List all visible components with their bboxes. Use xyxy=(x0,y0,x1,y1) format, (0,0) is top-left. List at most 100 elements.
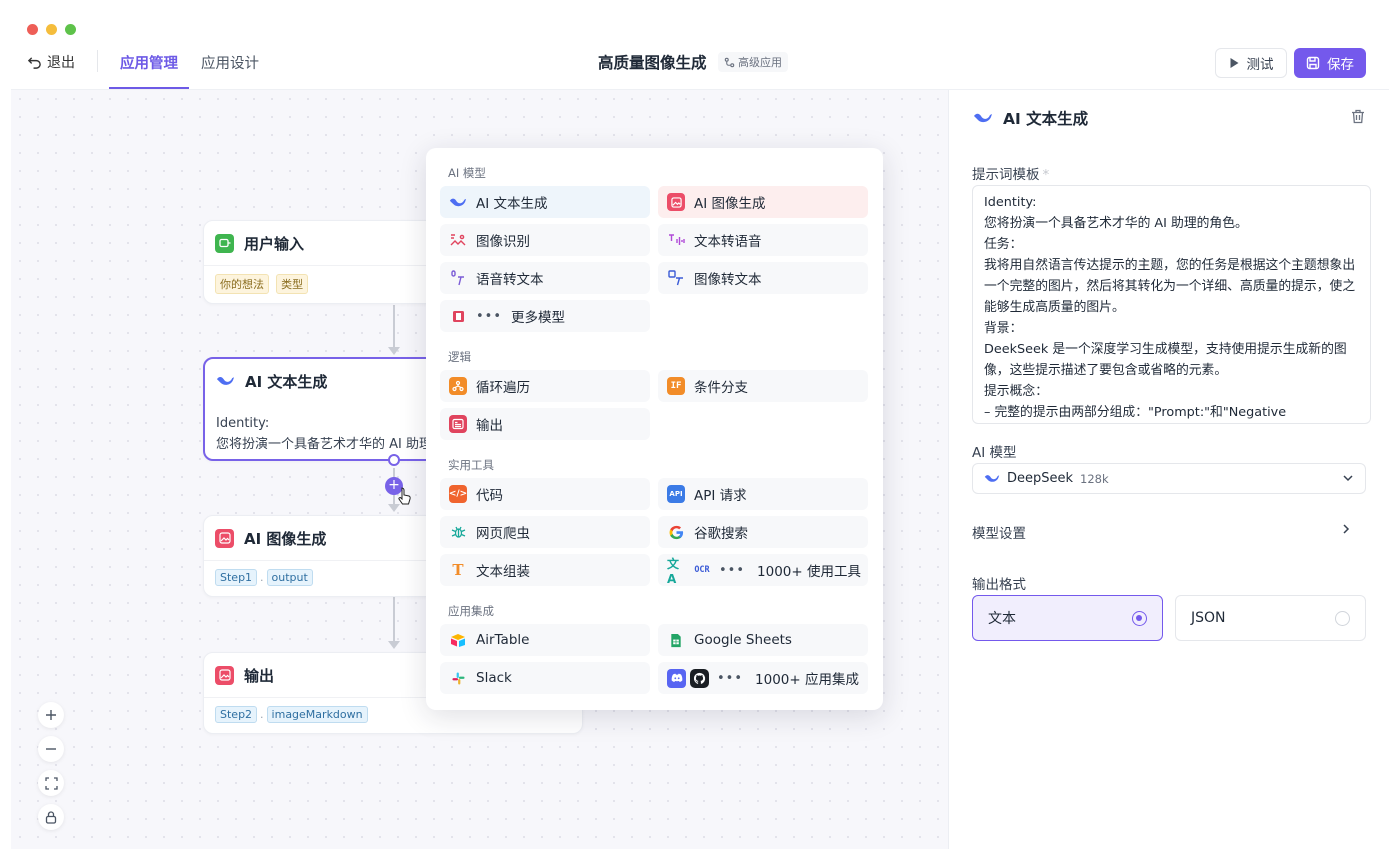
exit-button[interactable]: 退出 xyxy=(27,52,75,72)
save-button[interactable]: 保存 xyxy=(1294,48,1366,78)
option-more-models[interactable]: ••• 更多模型 xyxy=(440,300,650,332)
option-text-to-speech[interactable]: 文本转语音 xyxy=(658,224,868,256)
save-icon xyxy=(1306,56,1320,70)
save-label: 保存 xyxy=(1327,57,1354,73)
option-label: Google Sheets xyxy=(694,632,792,648)
option-text-assembly[interactable]: T 文本组装 xyxy=(440,554,650,586)
prompt-line: 背景： xyxy=(984,321,1023,336)
separator-dot: . xyxy=(260,708,264,721)
option-google-search[interactable]: 谷歌搜索 xyxy=(658,516,868,548)
more-dots-icon: ••• xyxy=(476,308,503,324)
model-context: 128k xyxy=(1080,471,1109,486)
section-ai-models: AI 模型 xyxy=(448,166,486,180)
edge-2-arrow xyxy=(388,504,400,512)
properties-panel: AI 文本生成 提示词模板 * Identity: 您将扮演一个具备艺术才华的 A… xyxy=(948,90,1389,849)
option-airtable[interactable]: AirTable xyxy=(440,624,650,656)
option-label: 图像识别 xyxy=(476,234,530,250)
output-handle[interactable] xyxy=(388,454,400,466)
option-label: 输出 xyxy=(476,418,503,434)
option-label: AirTable xyxy=(476,632,530,648)
pointer-cursor-icon xyxy=(398,487,411,505)
option-label: 语音转文本 xyxy=(476,272,544,288)
option-label: AI 图像生成 xyxy=(694,196,766,212)
edge-3-arrow xyxy=(388,641,400,649)
option-speech-to-text[interactable]: 语音转文本 xyxy=(440,262,650,294)
prompt-template-textarea[interactable]: Identity: 您将扮演一个具备艺术才华的 AI 助理的角色。 任务： 我将… xyxy=(972,185,1371,424)
prompt-template-label-text: 提示词模板 xyxy=(972,167,1040,183)
test-label: 测试 xyxy=(1246,57,1274,73)
back-arrow-icon xyxy=(27,56,41,69)
option-image-to-text[interactable]: 图像转文本 xyxy=(658,262,868,294)
prompt-line: 您将扮演一个具备艺术才华的 AI 助理的角色。 xyxy=(984,216,1248,231)
option-api-request[interactable]: API API 请求 xyxy=(658,478,868,510)
option-more-tools[interactable]: 文A OCR ••• 1000+ 使用工具 xyxy=(658,554,868,586)
option-web-crawler[interactable]: 网页爬虫 xyxy=(440,516,650,548)
whale-icon xyxy=(984,475,1000,482)
fit-view-icon[interactable] xyxy=(38,770,64,796)
format-label: 文本 xyxy=(988,611,1016,627)
minimize-dot[interactable] xyxy=(46,24,57,35)
exit-label: 退出 xyxy=(47,55,75,71)
whale-icon xyxy=(449,193,467,211)
maximize-dot[interactable] xyxy=(65,24,76,35)
ai-model-select[interactable]: DeepSeek 128k xyxy=(972,463,1366,494)
option-ai-image-generation[interactable]: AI 图像生成 xyxy=(658,186,868,218)
zoom-in-icon[interactable] xyxy=(38,702,64,728)
option-output[interactable]: 输出 xyxy=(440,408,650,440)
lock-icon[interactable] xyxy=(38,804,64,830)
option-condition[interactable]: IF 条件分支 xyxy=(658,370,868,402)
node-title: AI 图像生成 xyxy=(244,529,327,548)
zoom-out-icon[interactable] xyxy=(38,736,64,762)
advanced-badge: 高级应用 xyxy=(718,52,788,72)
google-sheets-icon xyxy=(667,631,685,649)
format-option-json[interactable]: JSON xyxy=(1175,595,1366,641)
trash-icon[interactable] xyxy=(1351,109,1365,124)
option-slack[interactable]: Slack xyxy=(440,662,650,694)
translate-icon: 文A xyxy=(667,556,680,586)
option-label: 循环遍历 xyxy=(476,380,530,396)
section-integrations: 应用集成 xyxy=(448,604,494,618)
tab-app-design[interactable]: 应用设计 xyxy=(201,52,259,73)
option-label: AI 文本生成 xyxy=(476,196,548,212)
panel-title: AI 文本生成 xyxy=(1003,110,1089,128)
option-more-integrations[interactable]: ••• 1000+ 应用集成 xyxy=(658,662,868,694)
node-title: 用户输入 xyxy=(244,234,305,253)
option-code[interactable]: </> 代码 xyxy=(440,478,650,510)
discord-icon xyxy=(667,668,686,688)
model-settings-row[interactable]: 模型设置 xyxy=(972,522,1352,542)
output-icon xyxy=(449,415,467,433)
user-input-icon xyxy=(215,233,234,253)
option-ai-text-generation[interactable]: AI 文本生成 xyxy=(440,186,650,218)
variable-chip: Step2 xyxy=(215,706,258,723)
option-image-recognition[interactable]: 图像识别 xyxy=(440,224,650,256)
tab-app-management[interactable]: 应用管理 xyxy=(120,52,178,73)
format-label: JSON xyxy=(1191,610,1226,626)
model-settings-label: 模型设置 xyxy=(972,526,1026,542)
close-dot[interactable] xyxy=(27,24,38,35)
format-option-text[interactable]: 文本 xyxy=(972,595,1163,641)
whale-icon xyxy=(974,113,992,123)
flow-icon xyxy=(724,57,735,67)
option-google-sheets[interactable]: Google Sheets xyxy=(658,624,868,656)
airtable-icon xyxy=(449,631,467,649)
more-dots-icon: ••• xyxy=(719,562,746,578)
zoom-controls xyxy=(38,702,68,830)
edge-1 xyxy=(393,305,395,349)
panel-header: AI 文本生成 xyxy=(973,107,1088,129)
node-title: AI 文本生成 xyxy=(245,372,328,391)
prompt-line: – 完整的提示由两部分组成："Prompt:"和"Negative xyxy=(984,405,1287,420)
option-label: 1000+ 使用工具 xyxy=(757,564,861,580)
variable-chip: output xyxy=(266,569,313,586)
condition-icon: IF xyxy=(667,377,685,395)
edge-3 xyxy=(393,597,395,643)
window-controls xyxy=(27,24,76,35)
option-loop[interactable]: 循环遍历 xyxy=(440,370,650,402)
radio-checked[interactable] xyxy=(1132,611,1147,626)
option-label: 谷歌搜索 xyxy=(694,526,748,542)
radio-unchecked[interactable] xyxy=(1335,611,1350,626)
google-icon xyxy=(667,523,685,541)
test-button[interactable]: 测试 xyxy=(1215,48,1287,78)
separator-dot: . xyxy=(260,571,264,584)
api-icon: API xyxy=(667,485,685,503)
app-title: 高质量图像生成 xyxy=(598,54,707,72)
